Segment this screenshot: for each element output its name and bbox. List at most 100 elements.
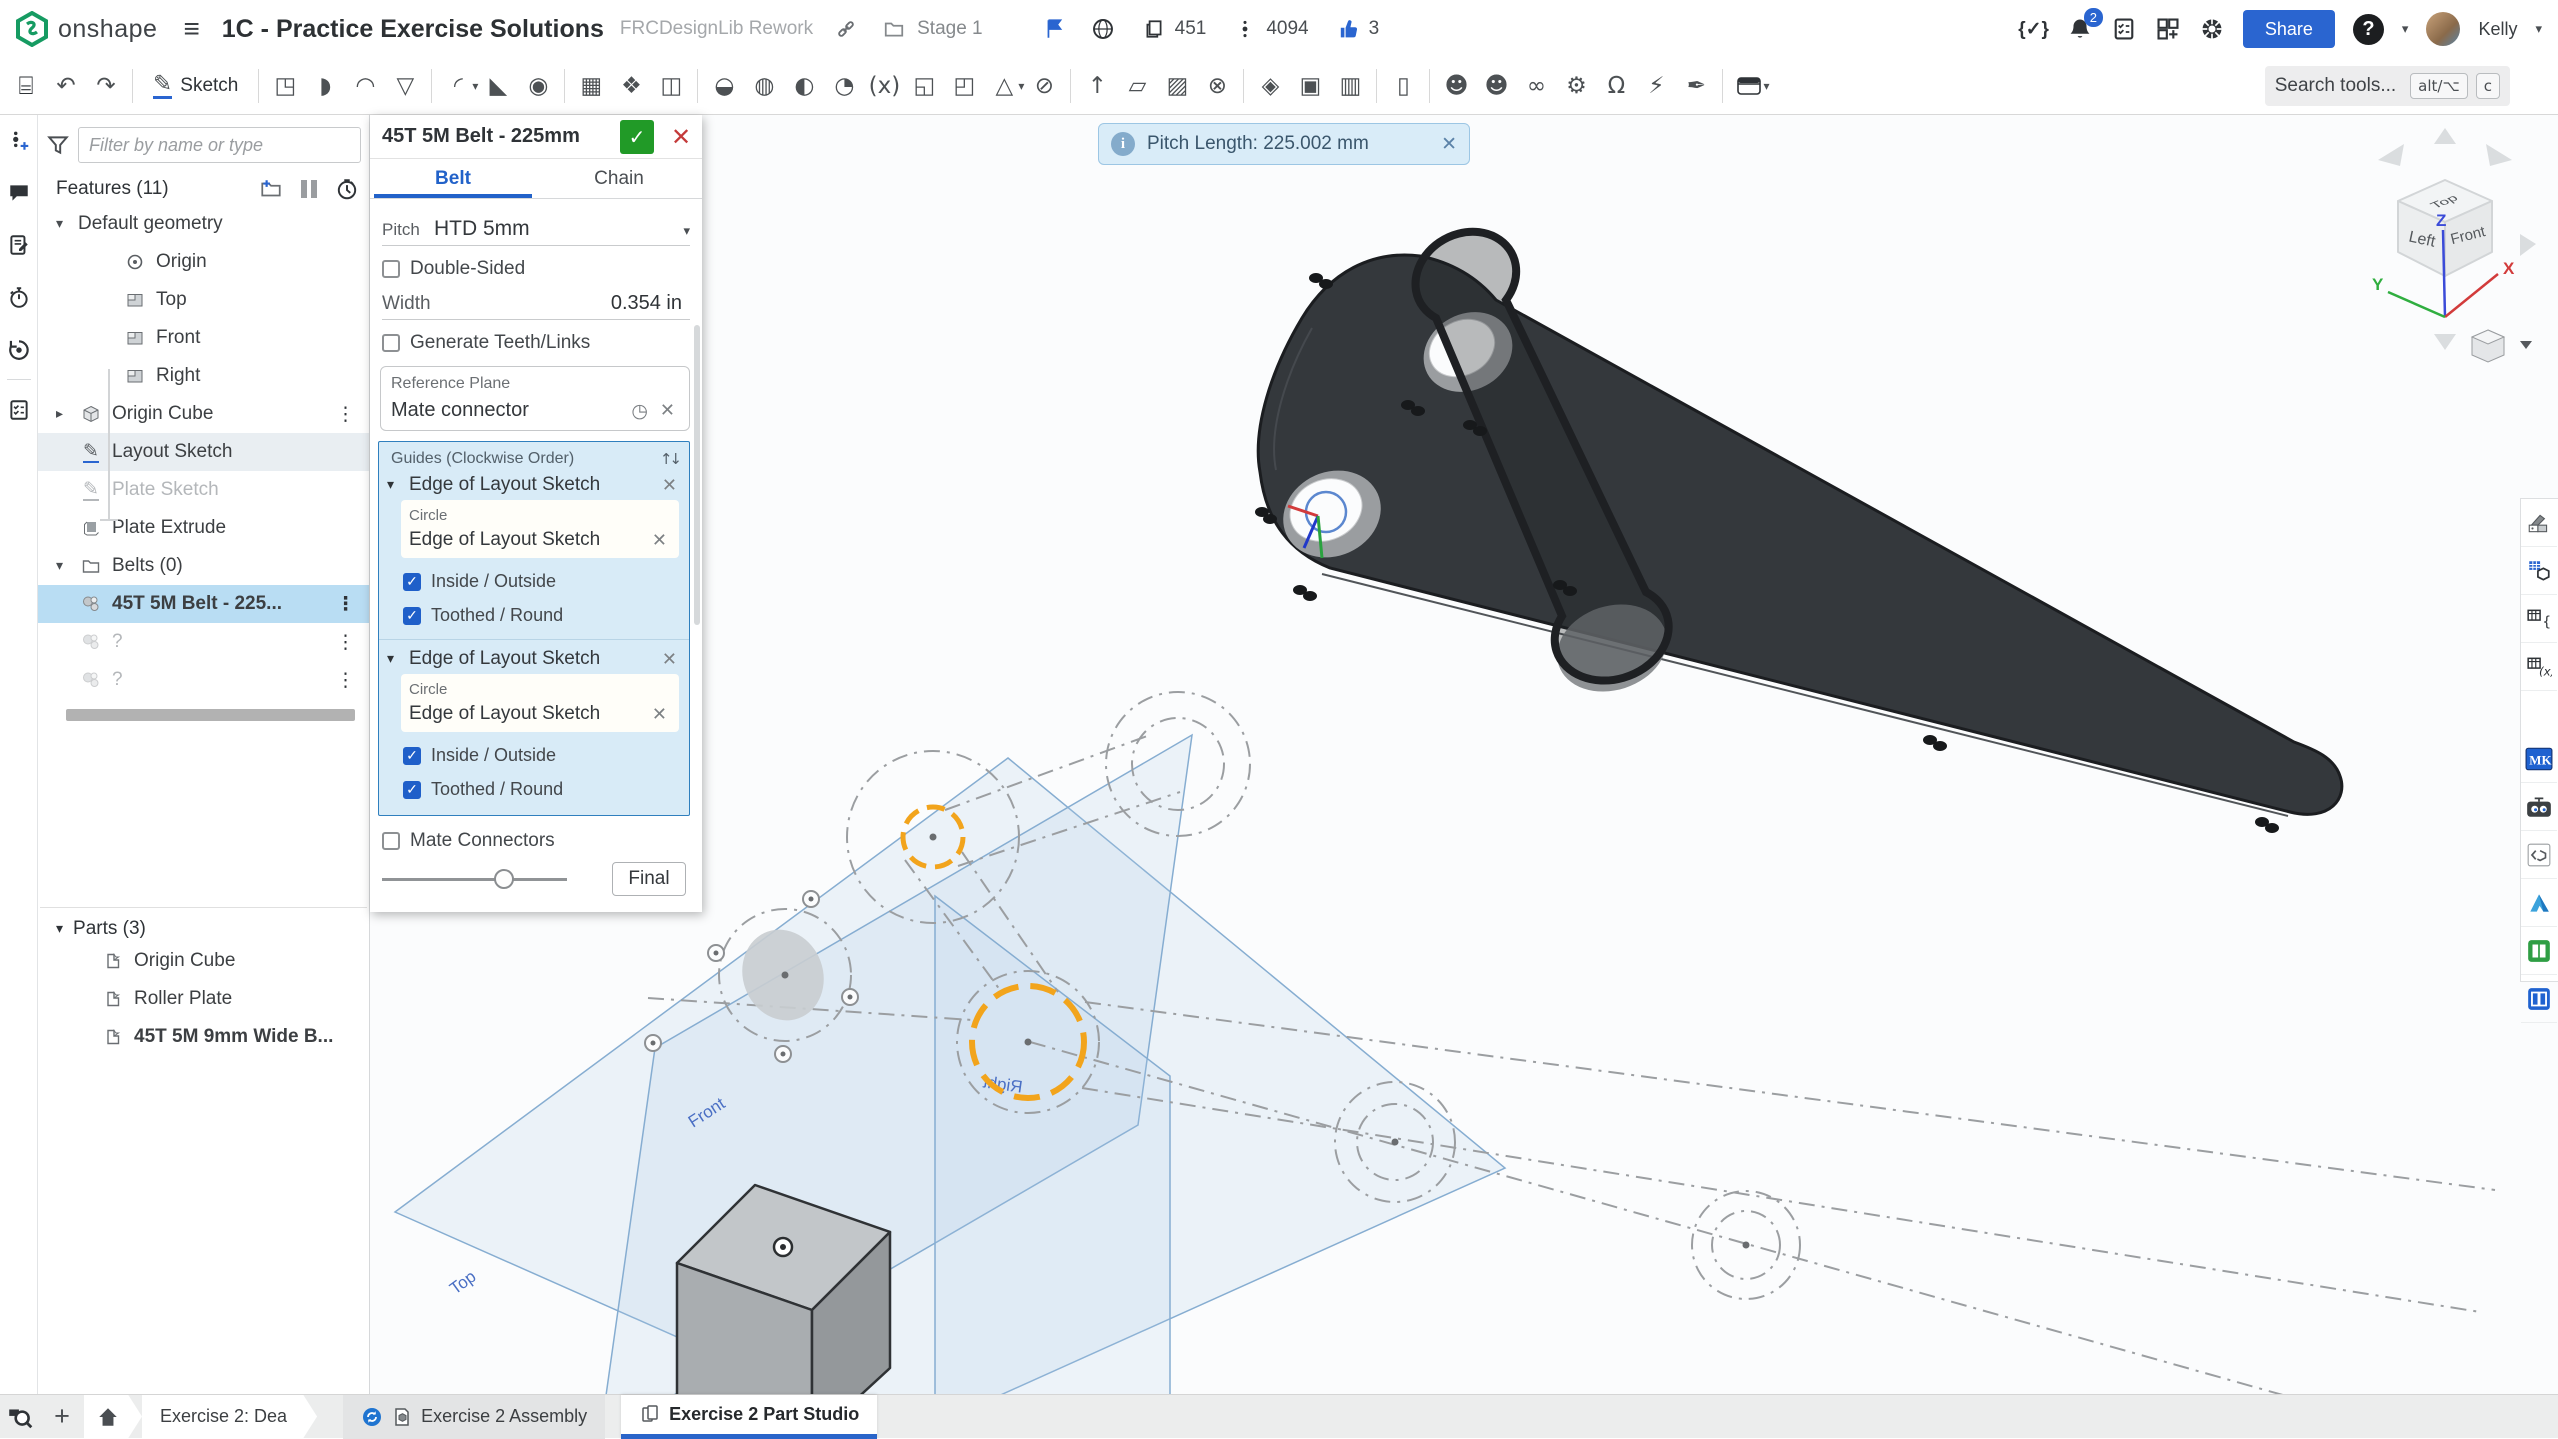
variable-icon[interactable]: (x) xyxy=(864,64,904,108)
gear-tool-icon[interactable]: ⚙ xyxy=(1556,64,1596,108)
chevron-down-icon[interactable]: ▾ xyxy=(56,216,78,232)
mate-connectors-checkbox[interactable]: Mate Connectors xyxy=(382,830,690,852)
search-tools[interactable]: Search tools... alt/⌥ c xyxy=(2265,66,2510,106)
rollback-bar[interactable] xyxy=(66,709,355,721)
guide-entity-remove-icon[interactable]: ✕ xyxy=(648,530,671,551)
guide-group-header[interactable]: ▾Edge of Layout Sketch✕ xyxy=(387,474,681,496)
double-sided-box-icon[interactable] xyxy=(382,260,400,278)
workspace-folder-icon[interactable] xyxy=(879,14,909,44)
rollback-slider[interactable] xyxy=(382,868,567,890)
pitch-select[interactable]: Pitch HTD 5mm ▾ xyxy=(382,217,690,246)
panel-toggle-icon[interactable]: ⌸ xyxy=(6,64,46,108)
filter-funnel-icon[interactable] xyxy=(46,133,70,157)
circular-pattern-icon[interactable]: ❖ xyxy=(611,64,651,108)
marker-tool-icon[interactable]: ✒ xyxy=(1676,64,1716,108)
feature-item-front[interactable]: Front xyxy=(38,319,369,357)
mate-connectors-box-icon[interactable] xyxy=(382,832,400,850)
guide-group-remove-icon[interactable]: ✕ xyxy=(658,649,681,670)
feature-item-plate-extrude[interactable]: Plate Extrude xyxy=(38,509,369,547)
featurescript-robot-a-icon[interactable]: ☻ xyxy=(1436,64,1476,108)
publication-flag[interactable] xyxy=(1043,17,1067,41)
width-value[interactable]: 0.354 in xyxy=(452,292,690,315)
sketch-button[interactable]: ✎ Sketch xyxy=(139,64,252,108)
suppress-pause-icon[interactable] xyxy=(301,180,317,198)
delete-body-icon[interactable]: ⊗ xyxy=(1197,64,1237,108)
feature-item-origin[interactable]: Origin xyxy=(38,243,369,281)
feature-item-layout-sketch[interactable]: ✎Layout Sketch xyxy=(38,433,369,471)
search-tabs-icon[interactable] xyxy=(0,1403,40,1431)
drag-handle-icon[interactable]: ⋮ xyxy=(336,593,355,615)
helix-icon[interactable]: ◔ xyxy=(824,64,864,108)
community-wheel-icon[interactable] xyxy=(2199,16,2225,42)
checklist-icon[interactable] xyxy=(0,384,38,436)
reference-plane-clear-icon[interactable]: ✕ xyxy=(656,400,679,421)
feature-item-[interactable]: ?⋮ xyxy=(38,623,369,661)
blue-book-icon[interactable] xyxy=(2521,975,2557,1023)
history-icon[interactable] xyxy=(0,323,38,375)
guide-selection-box[interactable]: CircleEdge of Layout Sketch✕ xyxy=(401,500,679,558)
hole-icon[interactable]: ◉ xyxy=(518,64,558,108)
document-notes-icon[interactable] xyxy=(0,219,38,271)
reference-plane-field[interactable]: Reference Plane Mate connector ◷ ✕ xyxy=(380,366,690,431)
document-title[interactable]: 1C - Practice Exercise Solutions xyxy=(222,15,604,44)
redo-icon[interactable]: ↷ xyxy=(86,64,126,108)
guides-sort-icon[interactable]: ↑↓ xyxy=(660,450,679,468)
versions-stat[interactable]: 4094 xyxy=(1230,14,1308,44)
part-item[interactable]: Origin Cube xyxy=(38,942,369,980)
tab-chain[interactable]: Chain xyxy=(536,159,702,198)
configuration-table-icon[interactable]: {} xyxy=(2521,595,2557,643)
featurescript-icon[interactable]: {✓} xyxy=(2018,18,2049,41)
slider-knob[interactable] xyxy=(494,869,514,889)
parts-chevron-icon[interactable]: ▾ xyxy=(56,921,63,937)
likes-stat[interactable]: 3 xyxy=(1333,14,1380,44)
variables-table-icon[interactable]: (x) xyxy=(2521,643,2557,691)
roller-plate-part[interactable] xyxy=(1255,232,2342,833)
pitch-value[interactable]: HTD 5mm xyxy=(434,217,683,241)
mirror-icon[interactable]: ◫ xyxy=(651,64,691,108)
frame-icon[interactable]: ▯ xyxy=(1383,64,1423,108)
feature-item-plate-sketch[interactable]: ✎Plate Sketch xyxy=(38,471,369,509)
linear-pattern-icon[interactable]: ▦ xyxy=(571,64,611,108)
bom-table-icon[interactable] xyxy=(2521,547,2557,595)
tab-assembly[interactable]: Exercise 2 Assembly xyxy=(343,1395,605,1439)
checkbox-icon[interactable]: ✓ xyxy=(403,607,421,625)
feature-item-right[interactable]: Right xyxy=(38,357,369,395)
loft-icon[interactable]: ▽ xyxy=(385,64,425,108)
featurescript-robot-b-icon[interactable]: ☻ xyxy=(1476,64,1516,108)
guide-entity-remove-icon[interactable]: ✕ xyxy=(648,704,671,725)
guide-option-checkbox[interactable]: ✓Inside / Outside xyxy=(403,571,681,592)
tab-drawing[interactable]: Exercise 2: Dea xyxy=(142,1395,317,1439)
tasks-icon[interactable] xyxy=(2111,16,2137,42)
notifications-bell-icon[interactable]: 2 xyxy=(2067,16,2093,42)
chevron-right-icon[interactable]: ▸ xyxy=(56,406,78,422)
help-caret-icon[interactable]: ▾ xyxy=(2402,21,2409,37)
robot-library-icon[interactable] xyxy=(2521,783,2557,831)
chevron-down-icon[interactable]: ▾ xyxy=(387,651,409,667)
drag-handle-icon[interactable]: ⋮ xyxy=(336,669,355,691)
extrude-icon[interactable]: ◳ xyxy=(265,64,305,108)
guide-entity-value[interactable]: Edge of Layout Sketch xyxy=(409,703,648,725)
new-tab-button[interactable]: + xyxy=(40,1401,84,1432)
copies-stat[interactable]: 451 xyxy=(1139,14,1207,44)
green-book-icon[interactable] xyxy=(2521,927,2557,975)
undo-icon[interactable]: ↶ xyxy=(46,64,86,108)
user-name[interactable]: Kelly xyxy=(2478,19,2517,40)
share-button[interactable]: Share xyxy=(2243,10,2335,48)
generate-teeth-box-icon[interactable] xyxy=(382,334,400,352)
feature-item-default-geometry[interactable]: ▾Default geometry xyxy=(38,205,369,243)
custom-features-caret-icon[interactable]: ▾ xyxy=(1763,79,1769,93)
offset-surface-icon[interactable]: ▱ xyxy=(1117,64,1157,108)
pitch-caret-icon[interactable]: ▾ xyxy=(683,224,690,239)
part-export-icon[interactable] xyxy=(2521,831,2557,879)
home-tab[interactable] xyxy=(84,1395,142,1439)
link-icon[interactable] xyxy=(831,14,861,44)
move-face-icon[interactable]: ↑ xyxy=(1077,64,1117,108)
rollback-clock-icon[interactable] xyxy=(335,177,359,201)
guide-option-checkbox[interactable]: ✓Inside / Outside xyxy=(403,745,681,766)
composite-icon[interactable]: ▣ xyxy=(1290,64,1330,108)
belt-tool-icon[interactable]: ∞ xyxy=(1516,64,1556,108)
main-menu-icon[interactable]: ≡ xyxy=(183,13,199,45)
dialog-title[interactable]: 45T 5M Belt - 225mm xyxy=(382,125,620,148)
guide-selection-box[interactable]: CircleEdge of Layout Sketch✕ xyxy=(401,674,679,732)
intersect-icon[interactable]: ◐ xyxy=(784,64,824,108)
